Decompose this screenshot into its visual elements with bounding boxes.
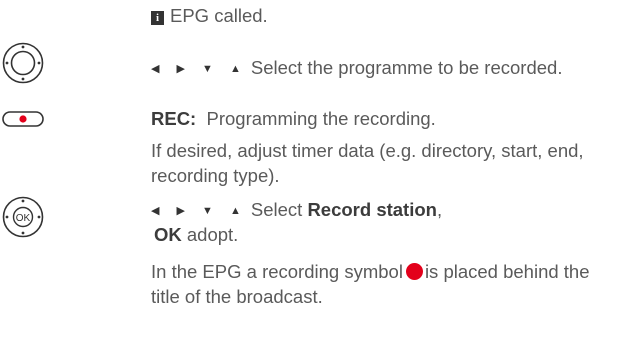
step-select-record-station: ◀ ▶ ▼ ▲ Select Record station, [151, 197, 442, 224]
recording-symbol-icon [405, 263, 423, 280]
step-text: EPG called. [170, 5, 268, 26]
timer-note-line-1: If desired, adjust timer data (e.g. dire… [151, 140, 584, 161]
step-ok-adopt: OK adopt. [154, 222, 238, 247]
svg-text:OK: OK [16, 213, 31, 224]
result-text-pre: In the EPG a recording symbol [151, 261, 403, 282]
arrow-keys-icon: ◀ ▶ ▼ ▲ [151, 205, 248, 217]
step-select-programme: ◀ ▶ ▼ ▲ Select the programme to be record… [151, 55, 562, 82]
info-icon: i [151, 11, 164, 25]
remote-nav-ring-icon [2, 42, 44, 84]
step-text: Programming the recording. [206, 108, 436, 129]
result-text-post: is placed behind the [424, 261, 590, 282]
remote-ok-button-icon: OK [2, 196, 44, 238]
result-line-2: title of the broadcast. [151, 286, 323, 307]
ok-key-label: OK [154, 224, 182, 245]
remote-rec-button-icon [2, 111, 44, 127]
record-station-label: Record station [307, 199, 437, 220]
step-rec: REC: Programming the recording. [151, 106, 436, 131]
step-epg-called: i EPG called. [151, 3, 268, 28]
comma: , [436, 199, 443, 220]
timer-note-line-2: recording type). [151, 165, 280, 186]
arrow-keys-icon: ◀ ▶ ▼ ▲ [151, 63, 248, 75]
result-line-1: In the EPG a recording symbol is placed b… [151, 259, 590, 284]
step-text: Select [250, 199, 303, 220]
step-text: adopt. [186, 224, 239, 245]
step-text: Select the programme to be recorded. [250, 57, 563, 78]
rec-key-label: REC: [151, 108, 197, 129]
